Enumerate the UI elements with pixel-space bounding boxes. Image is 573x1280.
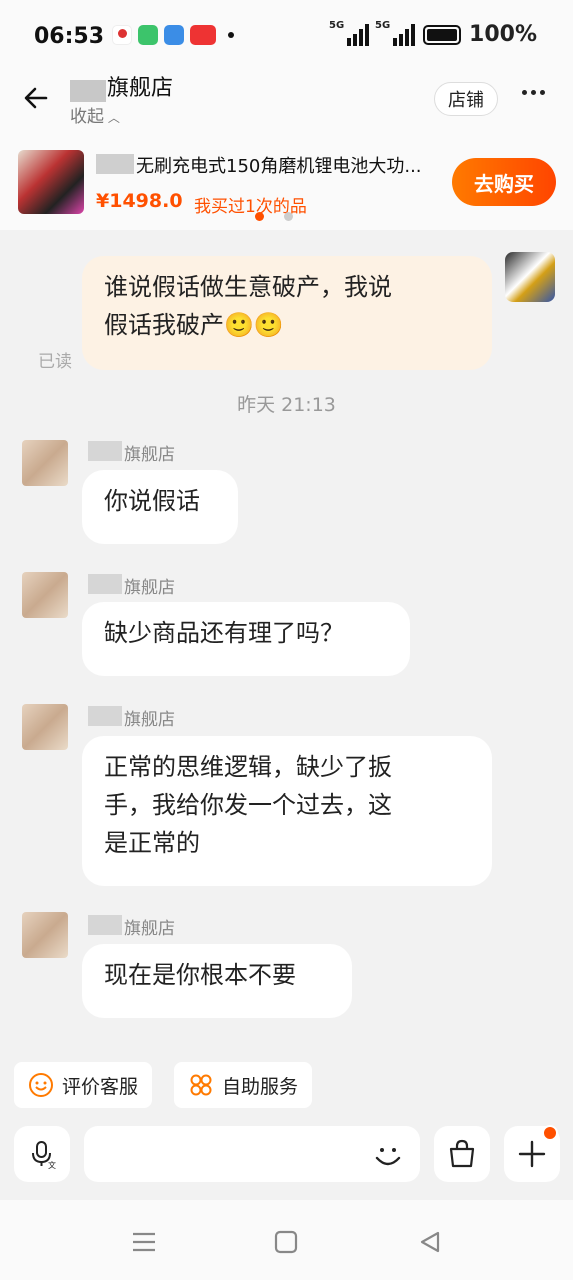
status-indicators: 5G 5G 100% [329, 20, 537, 48]
sender-name: 旗舰店 [124, 919, 175, 939]
status-bar: 06:53 5G 5G 100% [0, 0, 573, 70]
shop-avatar[interactable] [22, 912, 68, 958]
chat-header: 旗舰店 收起 ︿ 店铺 [0, 70, 573, 150]
carousel-dot [255, 212, 264, 221]
notification-dot-icon [228, 32, 234, 38]
message-line: 假话我破产🙂🙂 [104, 311, 284, 339]
product-card[interactable]: 无刷充电式150角磨机锂电池大功... ¥1498.0 我买过1次的品 去购买 [0, 150, 573, 230]
shop-name-blur [70, 80, 106, 102]
back-nav-button[interactable] [410, 1222, 450, 1262]
menu-nav-button[interactable] [124, 1222, 164, 1262]
shop-bag-button[interactable] [434, 1126, 490, 1182]
map-pin-icon [112, 25, 132, 45]
plus-icon [518, 1140, 546, 1168]
input-bar: 文 [0, 1120, 573, 1192]
system-nav-bar [0, 1200, 573, 1280]
self-service-chip[interactable]: 自助服务 [174, 1062, 313, 1108]
menu-icon [133, 1232, 155, 1252]
collapse-toggle[interactable]: 收起 ︿ [70, 102, 120, 127]
their-message-bubble[interactable]: 你说假话 [82, 470, 238, 544]
sender-name-blur [88, 706, 122, 726]
product-image[interactable] [18, 150, 84, 214]
their-message-bubble[interactable]: 正常的思维逻辑，缺少了扳 手，我给你发一个过去，这 是正常的 [82, 736, 492, 886]
message-line: 缺少商品还有理了吗？ [104, 619, 344, 647]
battery-icon [423, 24, 462, 45]
smile-icon [375, 1148, 401, 1166]
back-arrow-icon[interactable] [22, 84, 50, 112]
shop-avatar[interactable] [22, 572, 68, 618]
message-line: 现在是你根本不要 [104, 961, 296, 989]
status-time: 06:53 [34, 24, 105, 49]
shop-avatar[interactable] [22, 704, 68, 750]
weather-icon [164, 25, 184, 45]
self-service-label: 自助服务 [222, 1075, 299, 1098]
battery-percent: 100% [469, 22, 537, 47]
sender-name-blur [88, 441, 122, 461]
my-avatar[interactable] [505, 252, 555, 302]
shop-button[interactable]: 店铺 [434, 82, 498, 116]
message-line: 正常的思维逻辑，缺少了扳 [104, 753, 392, 781]
chat-timestamp: 昨天 21:13 [237, 394, 336, 416]
notification-badge [542, 1125, 558, 1141]
product-title-blur [96, 154, 134, 174]
carousel-dot [284, 212, 293, 221]
sender-name-blur [88, 915, 122, 935]
sender-name: 旗舰店 [124, 710, 175, 730]
network-tag: 5G [375, 19, 391, 31]
smile-icon [29, 1073, 53, 1097]
read-status: 已读 [38, 352, 72, 372]
rate-service-label: 评价客服 [62, 1075, 139, 1098]
my-message-bubble[interactable]: 谁说假话做生意破产，我说 假话我破产🙂🙂 [82, 256, 492, 370]
sender-name: 旗舰店 [124, 445, 175, 465]
sender-name-blur [88, 574, 122, 594]
shop-title[interactable]: 旗舰店 [107, 70, 173, 102]
shop-avatar[interactable] [22, 440, 68, 486]
network-tag: 5G [329, 19, 345, 31]
sender-name: 旗舰店 [124, 578, 175, 598]
shopping-bag-icon [449, 1139, 475, 1168]
back-triangle-icon [420, 1231, 440, 1253]
signal-icon: 5G [329, 20, 370, 46]
product-title: 无刷充电式150角磨机锂电池大功... [136, 156, 422, 177]
signal-icon: 5G [375, 20, 416, 46]
their-message-bubble[interactable]: 缺少商品还有理了吗？ [82, 602, 410, 676]
chevron-up-icon: ︿ [104, 111, 120, 125]
quick-actions: 评价客服 自助服务 [0, 1062, 573, 1112]
voice-button[interactable]: 文 [14, 1126, 70, 1182]
status-app-icons [112, 25, 234, 45]
message-line: 谁说假话做生意破产，我说 [104, 273, 392, 301]
buy-button[interactable]: 去购买 [452, 158, 556, 206]
their-message-bubble[interactable]: 现在是你根本不要 [82, 944, 352, 1018]
svg-text:文: 文 [48, 1160, 56, 1169]
grid-flower-icon [190, 1074, 212, 1096]
carousel-dots [255, 212, 293, 221]
more-dots-icon[interactable] [522, 90, 545, 95]
home-nav-button[interactable] [266, 1222, 306, 1262]
collapse-label: 收起 [70, 107, 104, 127]
emoji-button[interactable] [370, 1138, 406, 1174]
message-line: 是正常的 [104, 829, 200, 857]
message-line: 手，我给你发一个过去，这 [104, 791, 392, 819]
news-app-icon [190, 25, 216, 45]
voice-icon: 文 [32, 1141, 56, 1169]
product-price: ¥1498.0 [96, 190, 183, 212]
rate-service-chip[interactable]: 评价客服 [14, 1062, 153, 1108]
home-square-icon [274, 1230, 298, 1254]
message-line: 你说假话 [104, 487, 200, 515]
app-green-icon [138, 25, 158, 45]
